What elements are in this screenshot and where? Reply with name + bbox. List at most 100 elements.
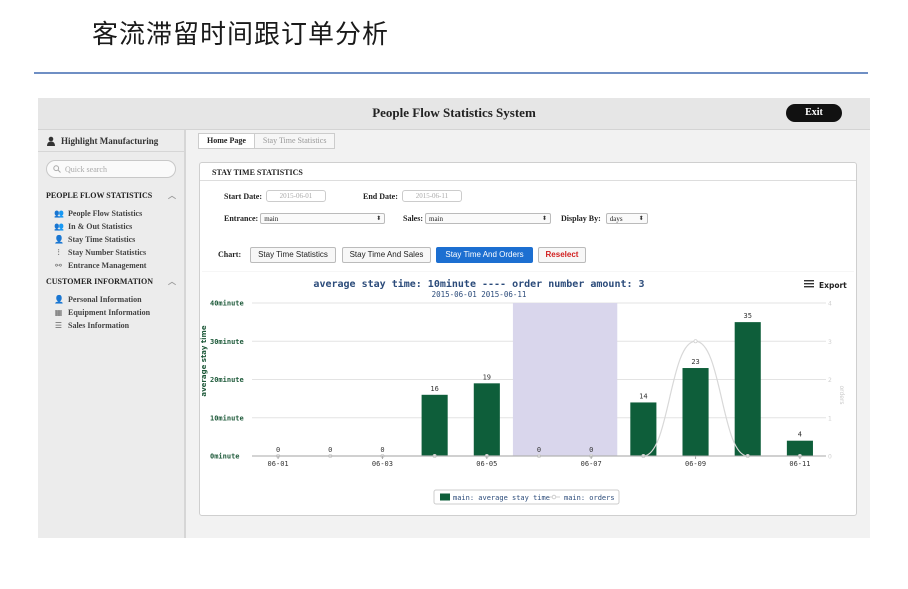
- start-date-input[interactable]: 2015-06-01: [265, 190, 326, 202]
- panel-title: STAY TIME STATISTICS: [200, 163, 856, 181]
- highlight-band-rect: [512, 303, 618, 456]
- end-date-row: End Date: 2015-06-11: [363, 190, 462, 202]
- bar: [682, 368, 709, 456]
- y-tick-label: 40minute: [210, 300, 244, 308]
- stay-time-statistics-button[interactable]: Stay Time Statistics: [250, 247, 336, 263]
- bar-value-label: 23: [691, 358, 699, 366]
- bar-value-label: 4: [798, 431, 802, 439]
- search-input[interactable]: Quick search: [46, 160, 176, 178]
- exit-button[interactable]: Exit: [786, 104, 842, 122]
- sidebar-item-stay-time[interactable]: 👤 Stay Time Statistics: [38, 233, 184, 246]
- menu-icon-bar: [804, 283, 814, 285]
- y2-tick-label: 2: [828, 377, 832, 384]
- chart-subtitle: 2015-06-01 2015-06-11: [432, 290, 527, 299]
- display-by-value: days: [609, 214, 623, 223]
- end-date-input[interactable]: 2015-06-11: [401, 190, 462, 202]
- user-icon: [47, 136, 55, 146]
- breadcrumb: Home Page Stay Time Statistics: [198, 133, 336, 149]
- sidebar-item-personal[interactable]: 👤 Personal Information: [38, 293, 184, 306]
- section-title: CUSTOMER INFORMATION: [46, 277, 154, 286]
- list-icon: ☰: [54, 321, 63, 330]
- sidebar-item-sales[interactable]: ☰ Sales Information: [38, 319, 184, 332]
- sliders-icon: ⫶: [57, 248, 60, 257]
- start-date-label: Start Date:: [224, 191, 262, 201]
- sales-label: Sales:: [403, 214, 423, 223]
- search-icon: [53, 165, 61, 173]
- bar: [630, 402, 657, 456]
- reselect-button[interactable]: Reselect: [538, 247, 586, 263]
- sidebar-item-label: Stay Number Statistics: [68, 248, 147, 257]
- sidebar-item-label: People Flow Statistics: [68, 209, 143, 218]
- start-date-row: Start Date: 2015-06-01: [224, 190, 326, 202]
- sidebar-item-label: Personal Information: [68, 295, 142, 304]
- display-by-select[interactable]: days ⬍: [605, 213, 648, 224]
- bar-value-label: 0: [276, 446, 280, 454]
- x-tick-label: 06-11: [789, 460, 810, 468]
- people-icon: 👥: [54, 222, 64, 231]
- export-menu[interactable]: Export: [804, 280, 847, 290]
- equipment-icon: ▦: [54, 308, 63, 317]
- x-tick-label: 06-03: [372, 460, 393, 468]
- sidebar: Highlight Manufacturing Quick search PEO…: [38, 130, 186, 538]
- sidebar-item-in-out[interactable]: 👥 In & Out Statistics: [38, 220, 184, 233]
- sidebar-item-equipment[interactable]: ▦ Equipment Information: [38, 306, 184, 319]
- menu-icon-bar: [804, 280, 814, 282]
- entrance-select[interactable]: main ⬍: [260, 213, 386, 224]
- bar-value-label: 14: [639, 392, 647, 400]
- slide-title: 客流滞留时间跟订单分析: [92, 20, 390, 50]
- x-tick-label: 06-09: [685, 460, 706, 468]
- sales-select[interactable]: main ⬍: [425, 213, 551, 224]
- user-row[interactable]: Highlight Manufacturing: [38, 130, 184, 152]
- y2-axis-label: orders: [838, 385, 845, 404]
- stay-time-panel: STAY TIME STATISTICS Start Date: 2015-06…: [199, 162, 857, 516]
- bar-value-label: 0: [589, 446, 593, 454]
- y2-tick-label: 1: [828, 415, 832, 422]
- sales-row: Sales: main ⬍: [403, 213, 551, 224]
- top-bar: People Flow Statistics System Exit: [38, 98, 870, 130]
- y-axis-label: average stay time: [200, 325, 208, 396]
- x-tick-label: 06-01: [268, 460, 289, 468]
- sidebar-item-people-flow[interactable]: 👥 People Flow Statistics: [38, 207, 184, 220]
- bar-value-label: 0: [328, 446, 332, 454]
- y2-tick-label: 4: [828, 301, 832, 308]
- select-arrows-icon: ⬍: [541, 216, 547, 222]
- bar: [421, 394, 448, 456]
- end-date-label: End Date:: [363, 191, 398, 201]
- chevron-up-icon: ︿: [168, 191, 176, 200]
- legend-bar-swatch: [440, 493, 450, 501]
- y2-tick-label: 3: [828, 339, 832, 346]
- x-tick-label: 06-07: [581, 460, 602, 468]
- chart-legend[interactable]: main: average stay time main: orders: [433, 489, 620, 505]
- stay-time-and-sales-button[interactable]: Stay Time And Sales: [342, 247, 431, 263]
- highlight-band: [512, 303, 618, 456]
- sidebar-item-entrance[interactable]: ⚯ Entrance Management: [38, 259, 184, 272]
- slide-divider: [34, 72, 868, 74]
- search-placeholder: Quick search: [65, 164, 107, 174]
- main-content: Home Page Stay Time Statistics STAY TIME…: [188, 130, 870, 538]
- breadcrumb-home[interactable]: Home Page: [198, 133, 255, 149]
- y-tick-label: 30minute: [210, 338, 244, 346]
- app-title: People Flow Statistics System: [372, 105, 536, 120]
- y2-tick-label: 0: [828, 454, 832, 461]
- sidebar-item-label: Stay Time Statistics: [68, 235, 136, 244]
- legend-line-label: main: orders: [564, 494, 615, 502]
- stay-time-orders-chart: average stay time: 10minute ---- order n…: [200, 271, 854, 505]
- section-customer-info[interactable]: CUSTOMER INFORMATION ︿: [38, 276, 184, 287]
- legend-line-marker: [551, 494, 557, 500]
- y-tick-label: 0minute: [210, 453, 240, 461]
- stay-time-and-orders-button[interactable]: Stay Time And Orders: [436, 247, 533, 263]
- person-icon: 👤: [54, 235, 64, 244]
- user-name: Highlight Manufacturing: [61, 135, 159, 146]
- section-people-flow[interactable]: PEOPLE FLOW STATISTICS ︿: [38, 190, 184, 201]
- menu-icon-bar: [804, 286, 814, 288]
- sidebar-item-label: In & Out Statistics: [68, 222, 133, 231]
- chevron-up-icon: ︿: [168, 277, 176, 286]
- network-icon: ⚯: [55, 261, 62, 270]
- entrance-row: Entrance: main ⬍: [224, 213, 386, 224]
- select-arrows-icon: ⬍: [638, 216, 644, 222]
- people-icon: 👥: [54, 209, 64, 218]
- orders-point: [693, 339, 698, 344]
- sidebar-item-stay-number[interactable]: ⫶ Stay Number Statistics: [38, 246, 184, 259]
- sidebar-item-label: Entrance Management: [68, 261, 147, 270]
- bar: [473, 383, 500, 456]
